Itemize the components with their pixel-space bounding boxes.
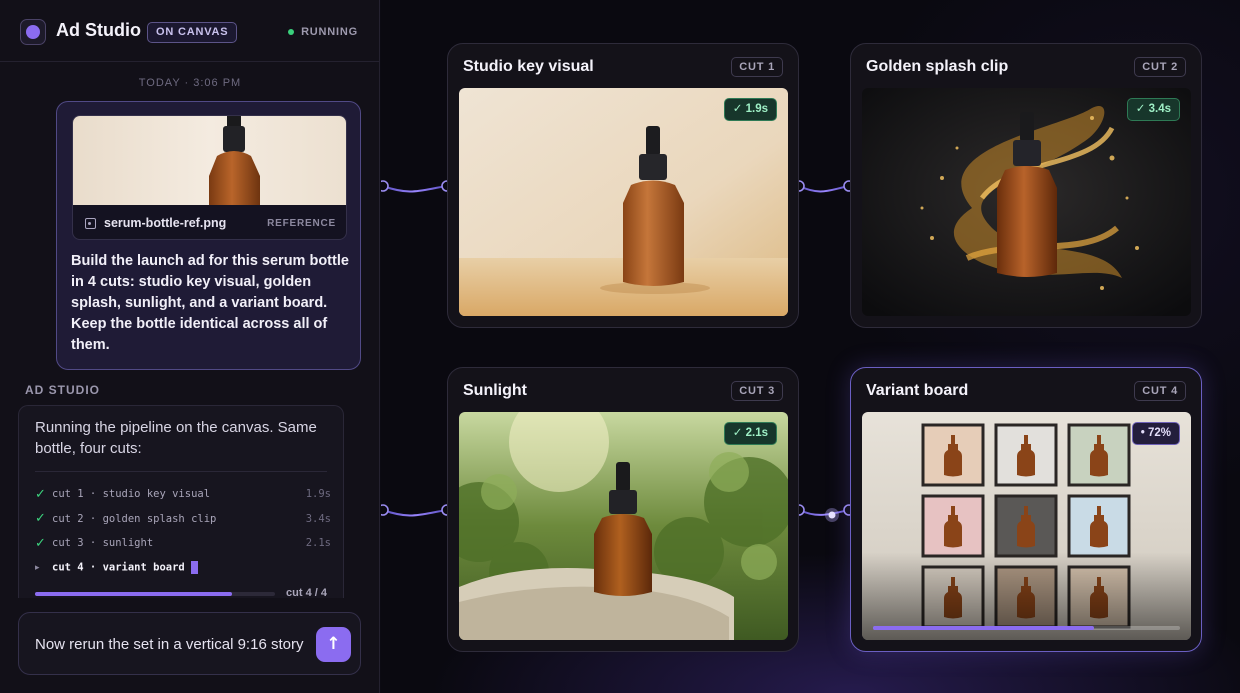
check-icon: ✓	[35, 511, 46, 527]
cut-preview-image[interactable]: ✓ 1.9s	[459, 88, 788, 316]
pipeline-progress-fill	[35, 592, 232, 596]
data-pulse-dot	[828, 511, 836, 519]
connection-wire	[798, 185, 850, 193]
mode-badge: ON CANVAS	[147, 22, 238, 43]
status-dot-icon	[288, 29, 295, 35]
message-composer: ↑	[18, 612, 361, 675]
connector-port[interactable]	[381, 504, 389, 516]
cut-tag: CUT 4	[1134, 381, 1186, 401]
image-file-icon	[85, 217, 96, 229]
cut-tag: CUT 2	[1134, 57, 1186, 77]
cut-tag: CUT 1	[731, 57, 783, 77]
connection-wire	[382, 185, 448, 193]
chat-sidebar: Ad Studio ON CANVAS RUNNING TODAY · 3:06…	[0, 0, 380, 693]
pipeline-progress-label: cut 4 / 4	[286, 587, 327, 599]
step-label: cut 3 · sunlight	[52, 537, 154, 550]
attachment-bar: serum-bottle-ref.png REFERENCE	[73, 205, 346, 239]
assistant-sender-label: AD STUDIO	[25, 383, 100, 397]
node-title: Studio key visual	[463, 58, 594, 75]
typing-cursor-icon	[190, 561, 198, 575]
progress-badge: • 72%	[1131, 422, 1180, 445]
node-cut-4[interactable]: Variant board CUT 4 • 72%	[850, 367, 1202, 652]
pipeline-steps: ✓ cut 1 · studio key visual 1.9s ✓ cut 2…	[35, 482, 331, 580]
attachment-file-name[interactable]: serum-bottle-ref.png	[104, 216, 226, 230]
node-cut-2[interactable]: Golden splash clip CUT 2 ✓ 3.4s	[850, 43, 1202, 328]
assistant-message: Running the pipeline on the canvas. Same…	[18, 405, 344, 599]
pipeline-step-active: ▸ cut 4 · variant board	[35, 556, 331, 581]
connection-wire	[382, 509, 448, 517]
node-title: Variant board	[866, 382, 969, 399]
duration-badge: ✓ 2.1s	[723, 422, 777, 445]
node-title: Golden splash clip	[866, 58, 1009, 75]
check-icon: ✓	[35, 486, 46, 502]
assistant-message-text: Running the pipeline on the canvas. Same…	[35, 419, 317, 457]
cut-preview-image[interactable]: • 72%	[862, 412, 1191, 640]
divider	[35, 471, 327, 472]
cut-tag: CUT 3	[731, 381, 783, 401]
app-title: Ad Studio	[56, 20, 141, 40]
pipeline-step: ✓ cut 1 · studio key visual 1.9s	[35, 482, 331, 507]
step-time: 1.9s	[305, 488, 331, 501]
pipeline-progress-bar	[35, 592, 275, 596]
run-status-label: RUNNING	[301, 26, 358, 38]
message-timestamp: TODAY · 3:06 PM	[138, 77, 242, 89]
step-label: cut 2 · golden splash clip	[52, 512, 217, 525]
user-message-text: Build the launch ad for this serum bottl…	[71, 253, 349, 353]
pipeline-step: ✓ cut 2 · golden splash clip 3.4s	[35, 507, 331, 532]
attachment-card[interactable]: serum-bottle-ref.png REFERENCE	[72, 115, 347, 240]
step-label-wrap: cut 4 · variant board	[52, 561, 331, 575]
connection-wire	[798, 509, 850, 516]
composer-input[interactable]	[35, 633, 305, 655]
app-logo-icon	[20, 19, 46, 45]
duration-badge: ✓ 1.9s	[723, 98, 777, 121]
step-time: 3.4s	[305, 512, 331, 525]
pipeline-step: ✓ cut 3 · sunlight 2.1s	[35, 531, 331, 556]
attachment-thumbnail[interactable]	[73, 116, 346, 205]
canvas[interactable]: Studio key visual CUT 1 ✓ 1.9s Golden sp…	[381, 0, 1240, 693]
node-title: Sunlight	[463, 382, 527, 399]
duration-badge: ✓ 3.4s	[1126, 98, 1180, 121]
cut-preview-image[interactable]: ✓ 2.1s	[459, 412, 788, 640]
node-cut-3[interactable]: Sunlight CUT 3 ✓ 2.1s	[447, 367, 799, 652]
render-progress-fill	[873, 626, 1095, 630]
sidebar-header: Ad Studio ON CANVAS RUNNING	[0, 0, 380, 62]
render-progress-bar	[873, 626, 1180, 630]
node-cut-1[interactable]: Studio key visual CUT 1 ✓ 1.9s	[447, 43, 799, 328]
step-label: cut 1 · studio key visual	[52, 488, 211, 501]
step-label: cut 4 · variant board	[52, 561, 185, 574]
run-status: RUNNING	[288, 26, 358, 38]
user-message: serum-bottle-ref.png REFERENCE Build the…	[56, 101, 361, 370]
check-icon: ✓	[35, 535, 46, 551]
cut-preview-image[interactable]: ✓ 3.4s	[862, 88, 1191, 316]
connector-port[interactable]	[381, 180, 389, 192]
attachment-tag: REFERENCE	[267, 217, 336, 229]
play-arrow-icon: ▸	[35, 562, 40, 573]
step-time: 2.1s	[305, 537, 331, 550]
send-button[interactable]: ↑	[316, 627, 351, 662]
